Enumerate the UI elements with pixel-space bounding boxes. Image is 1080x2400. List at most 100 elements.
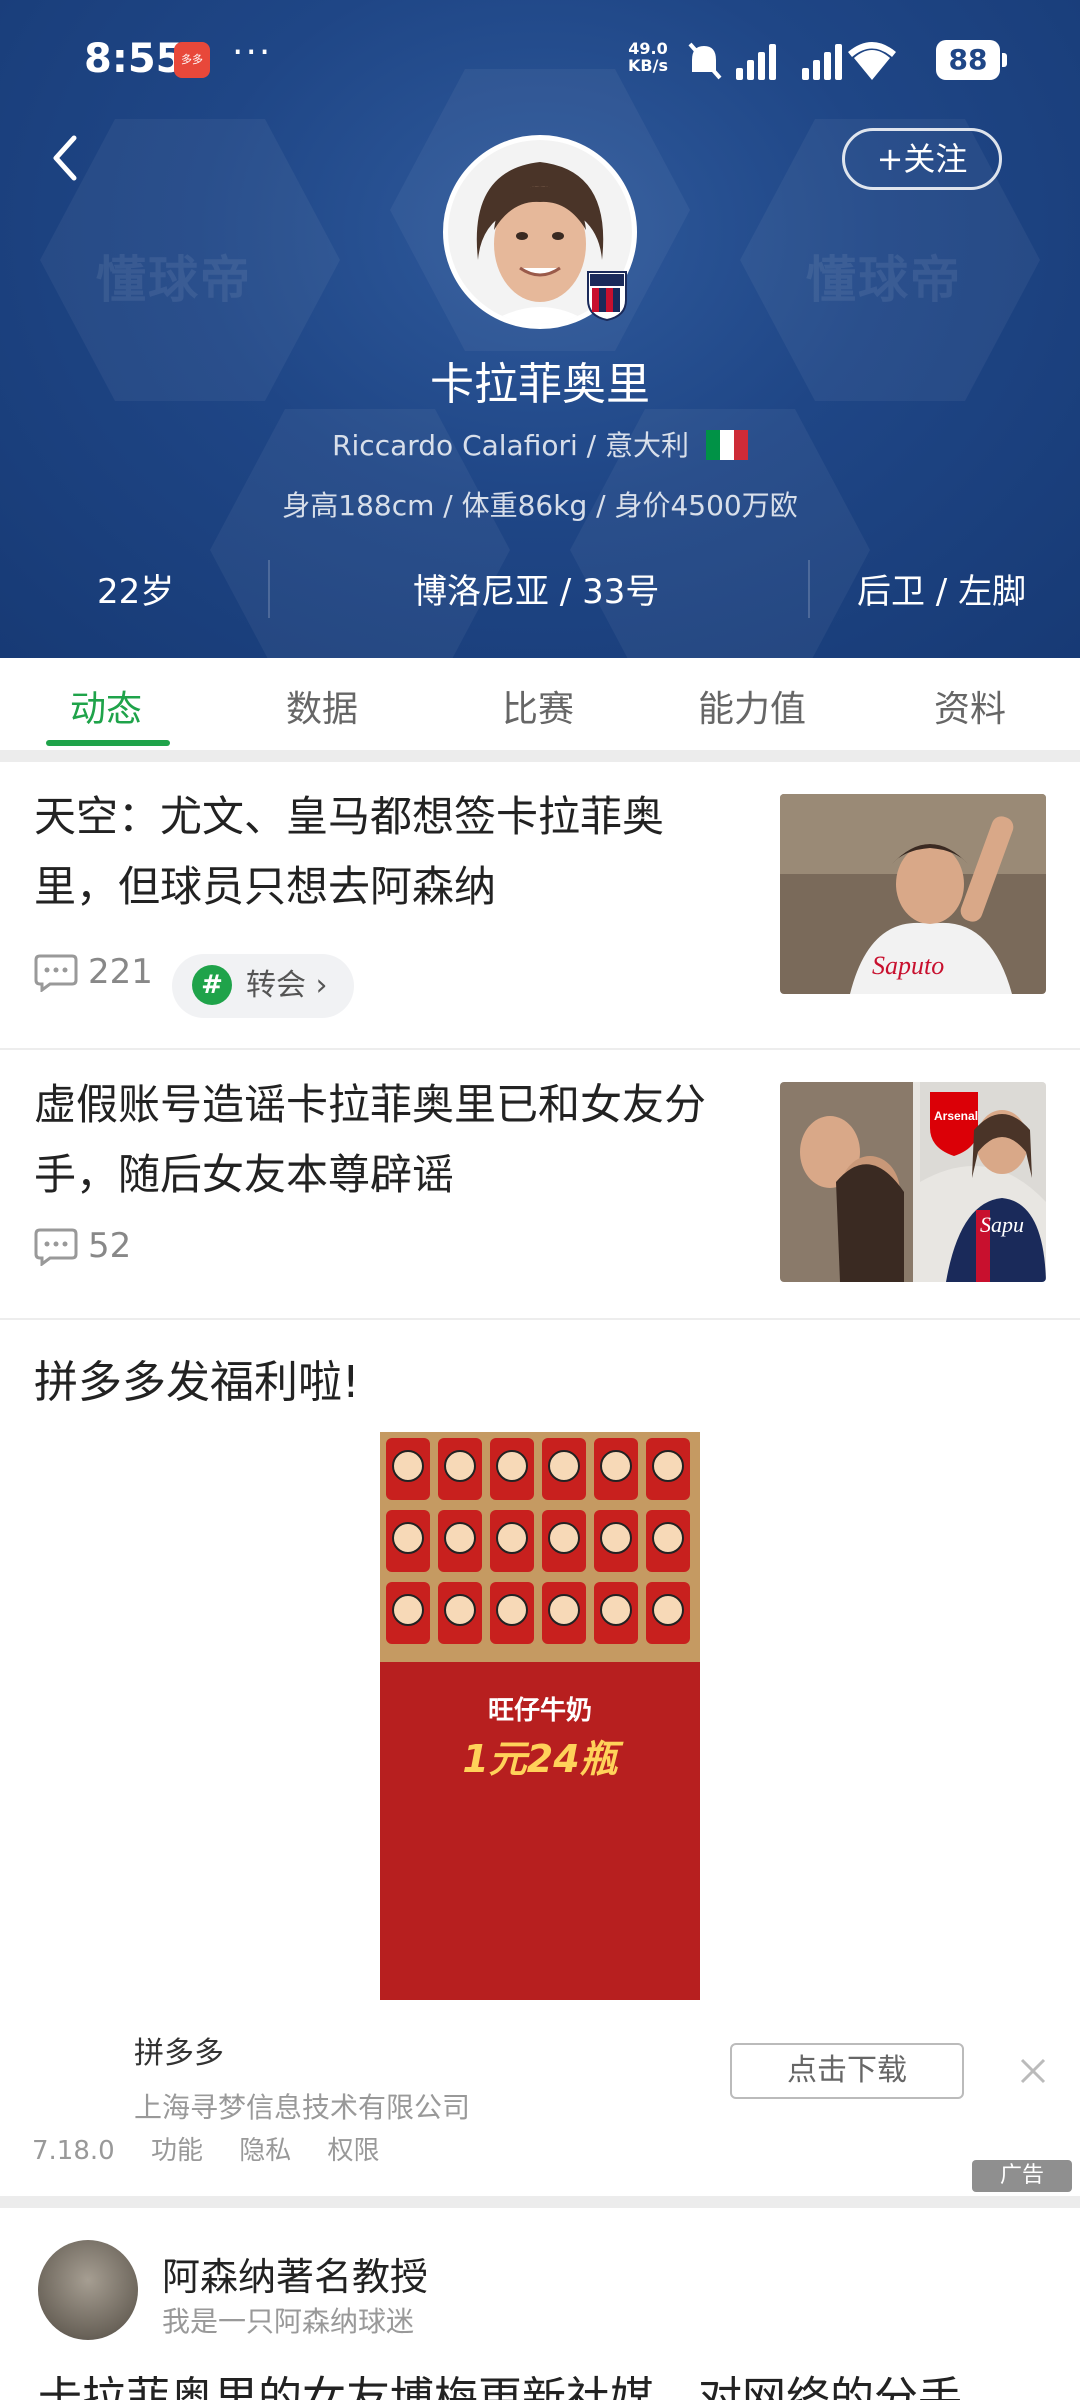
mascot-face-graphic	[652, 1450, 684, 1482]
mascot-face-graphic	[600, 1522, 632, 1554]
news-item[interactable]: 虚假账号造谣卡拉菲奥里已和女友分手，随后女友本尊辟谣 Arsenal Sapu …	[0, 1050, 1080, 1318]
comment-icon	[34, 1228, 78, 1267]
milk-can-graphic	[490, 1438, 534, 1500]
watermark-logo: 懂球帝	[96, 251, 252, 309]
comment-count-value: 52	[88, 1226, 132, 1266]
mascot-face-graphic	[392, 1594, 424, 1626]
status-icons	[688, 40, 928, 88]
signal-icon	[802, 44, 842, 80]
milk-can-graphic	[386, 1582, 430, 1644]
player-header: 懂球帝 懂球帝 8:55 多多 ··· 49.0 KB/s 88 +关注 卡拉菲…	[0, 0, 1080, 658]
player-position-foot: 后卫 / 左脚	[857, 572, 1027, 612]
net-speed-unit: KB/s	[628, 56, 668, 75]
app-features-link[interactable]: 功能	[151, 2136, 203, 2166]
milk-can-graphic	[438, 1582, 482, 1644]
ad-app-name[interactable]: 拼多多	[134, 2028, 224, 2072]
comment-count-value: 221	[88, 952, 153, 992]
mascot-face-graphic	[392, 1450, 424, 1482]
milk-can-graphic	[594, 1438, 638, 1500]
ad-app-info: 7.18.0 功能 隐私 权限	[32, 2130, 408, 2167]
milk-can-graphic	[646, 1510, 690, 1572]
mascot-face-graphic	[548, 1450, 580, 1482]
post-user-bio: 我是一只阿森纳球迷	[162, 2305, 415, 2338]
milk-can-graphic	[386, 1510, 430, 1572]
tab-data[interactable]: 数据	[286, 680, 358, 732]
player-name-nationality: Riccardo Calafiori / 意大利	[0, 424, 1080, 464]
milk-can-graphic	[542, 1510, 586, 1572]
section-gap	[0, 750, 1080, 762]
active-tab-indicator	[46, 740, 170, 746]
ad-image[interactable]: 旺仔牛奶 1元24瓶	[380, 1432, 700, 2000]
topic-tag-transfer[interactable]: # 转会 ›	[172, 954, 354, 1018]
follow-button[interactable]: +关注	[842, 128, 1002, 190]
app-version: 7.18.0	[32, 2136, 115, 2166]
app-privacy-link[interactable]: 隐私	[239, 2136, 291, 2166]
ad-title[interactable]: 拼多多发福利啦!	[34, 1346, 360, 1410]
hashtag-icon: #	[192, 964, 232, 1005]
milk-can-graphic	[438, 1438, 482, 1500]
italy-flag-icon	[705, 430, 748, 460]
milk-can-graphic	[594, 1510, 638, 1572]
back-arrow-icon	[53, 135, 77, 181]
user-avatar[interactable]	[38, 2240, 138, 2340]
clock: 8:55	[84, 36, 184, 82]
app-permissions-link[interactable]: 权限	[328, 2136, 380, 2166]
mascot-face-graphic	[548, 1594, 580, 1626]
ad-company: 上海寻梦信息技术有限公司	[134, 2091, 471, 2124]
comment-icon	[34, 954, 78, 993]
ad-badge: 广告	[972, 2160, 1072, 2192]
watermark-logo: 懂球帝	[806, 251, 962, 309]
comment-count: 52	[34, 1226, 131, 1268]
mascot-face-graphic	[444, 1450, 476, 1482]
status-bar: 8:55 多多 ··· 49.0 KB/s 88	[0, 30, 1080, 90]
battery-icon: 88	[936, 40, 1007, 80]
topic-tag-label: 转会	[246, 968, 306, 1003]
news-item[interactable]: 天空：尤文、皇马都想签卡拉菲奥里，但球员只想去阿森纳 Saputo 221 # 转…	[0, 762, 1080, 1048]
mute-icon	[688, 42, 722, 80]
milk-can-graphic	[594, 1582, 638, 1644]
mascot-face-graphic	[496, 1522, 528, 1554]
bologna-badge-icon	[586, 270, 628, 322]
comment-count: 221	[34, 952, 153, 994]
player-physical-info: 身高188cm / 体重86kg / 身价4500万欧	[282, 489, 798, 522]
news-title[interactable]: 虚假账号造谣卡拉菲奥里已和女友分手，随后女友本尊辟谣	[34, 1070, 734, 1210]
news-thumbnail[interactable]: Saputo	[780, 794, 1046, 994]
milk-can-graphic	[542, 1582, 586, 1644]
svg-text:Arsenal: Arsenal	[934, 1109, 978, 1123]
svg-text:Saputo: Saputo	[872, 951, 944, 980]
mascot-face-graphic	[444, 1594, 476, 1626]
tab-ratings[interactable]: 能力值	[698, 680, 806, 732]
post-text[interactable]: 卡拉菲奥里的女友博梅更新社媒，对网络的分手	[38, 2362, 962, 2400]
mascot-face-graphic	[444, 1522, 476, 1554]
milk-can-graphic	[542, 1438, 586, 1500]
ad-price: 1元24瓶	[462, 1737, 618, 1781]
tab-matches[interactable]: 比赛	[502, 680, 574, 732]
wifi-icon	[848, 42, 896, 80]
download-button[interactable]: 点击下载	[730, 2043, 964, 2099]
tab-profile[interactable]: 资料	[934, 680, 1006, 732]
news-title[interactable]: 天空：尤文、皇马都想签卡拉菲奥里，但球员只想去阿森纳	[34, 782, 734, 922]
mascot-face-graphic	[496, 1450, 528, 1482]
stat-divider	[808, 560, 810, 618]
player-name: 卡拉菲奥里	[430, 359, 650, 410]
section-gap	[0, 2196, 1080, 2208]
post-username[interactable]: 阿森纳著名教授	[162, 2246, 428, 2301]
tab-bar: 动态 数据 比赛 能力值 资料	[0, 658, 1080, 750]
back-button[interactable]	[44, 128, 88, 188]
net-speed-value: 49.0	[628, 39, 668, 58]
player-age: 22岁	[97, 572, 175, 612]
mascot-face-graphic	[496, 1594, 528, 1626]
network-speed: 49.0 KB/s	[628, 40, 668, 74]
divider	[0, 1318, 1080, 1320]
ad-product-name: 旺仔牛奶	[487, 1696, 592, 1726]
milk-can-graphic	[646, 1582, 690, 1644]
mascot-face-graphic	[548, 1522, 580, 1554]
milk-can-graphic	[490, 1510, 534, 1572]
close-ad-button[interactable]	[1016, 2054, 1050, 2088]
news-thumbnail[interactable]: Arsenal Sapu	[780, 1082, 1046, 1282]
milk-can-graphic	[490, 1582, 534, 1644]
player-club-number: 博洛尼亚 / 33号	[413, 572, 660, 612]
player-english-name: Riccardo Calafiori / 意大利	[332, 429, 690, 462]
tab-feed[interactable]: 动态	[70, 680, 142, 732]
pinduoduo-notification-icon: 多多	[174, 42, 210, 78]
